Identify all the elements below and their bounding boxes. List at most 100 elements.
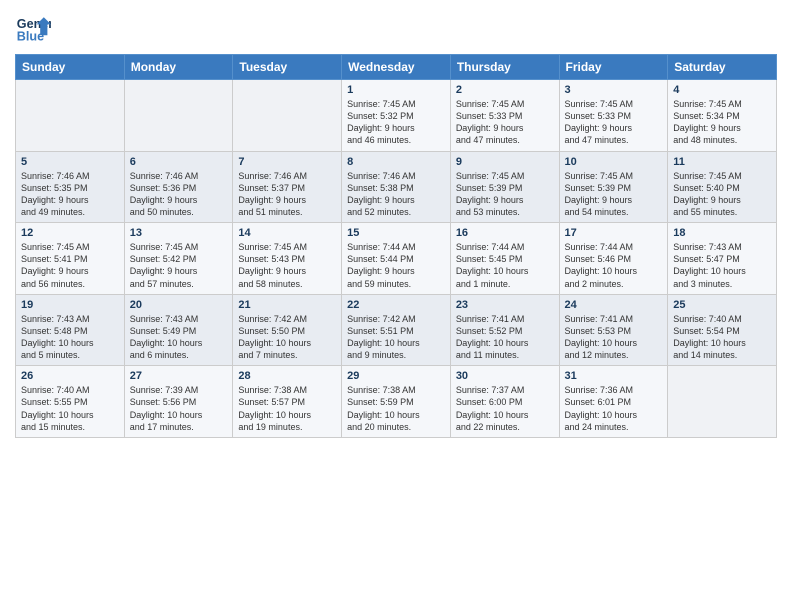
day-info: Sunrise: 7:36 AM Sunset: 6:01 PM Dayligh… xyxy=(565,384,663,433)
day-info: Sunrise: 7:45 AM Sunset: 5:34 PM Dayligh… xyxy=(673,98,771,147)
day-number: 26 xyxy=(21,370,119,382)
calendar-cell: 9Sunrise: 7:45 AM Sunset: 5:39 PM Daylig… xyxy=(450,151,559,223)
day-number: 18 xyxy=(673,227,771,239)
day-info: Sunrise: 7:38 AM Sunset: 5:59 PM Dayligh… xyxy=(347,384,445,433)
calendar-cell: 3 Sunrise: 7:45 AM Sunset: 5:33 PM Daylig… xyxy=(559,80,668,152)
calendar-cell: 19Sunrise: 7:43 AM Sunset: 5:48 PM Dayli… xyxy=(16,294,125,366)
day-number: 23 xyxy=(456,299,554,311)
day-number: 27 xyxy=(130,370,228,382)
day-number: 12 xyxy=(21,227,119,239)
day-number: 9 xyxy=(456,156,554,168)
day-info: Sunrise: 7:44 AM Sunset: 5:44 PM Dayligh… xyxy=(347,241,445,290)
day-number: 21 xyxy=(238,299,336,311)
calendar-cell: 28 Sunrise: 7:38 AM Sunset: 5:57 PM Dayli… xyxy=(233,366,342,438)
calendar-week-4: 19Sunrise: 7:43 AM Sunset: 5:48 PM Dayli… xyxy=(16,294,777,366)
day-info: Sunrise: 7:45 AM Sunset: 5:32 PM Dayligh… xyxy=(347,98,445,147)
calendar-cell: 4Sunrise: 7:45 AM Sunset: 5:34 PM Daylig… xyxy=(668,80,777,152)
day-number: 15 xyxy=(347,227,445,239)
column-header-sunday: Sunday xyxy=(16,55,125,80)
day-info: Sunrise: 7:45 AM Sunset: 5:33 PM Dayligh… xyxy=(565,98,663,147)
day-number: 13 xyxy=(130,227,228,239)
calendar-cell: 23 Sunrise: 7:41 AM Sunset: 5:52 PM Dayli… xyxy=(450,294,559,366)
calendar-cell: 30Sunrise: 7:37 AM Sunset: 6:00 PM Dayli… xyxy=(450,366,559,438)
calendar-cell: 10Sunrise: 7:45 AM Sunset: 5:39 PM Dayli… xyxy=(559,151,668,223)
day-info: Sunrise: 7:46 AM Sunset: 5:38 PM Dayligh… xyxy=(347,170,445,219)
calendar-cell xyxy=(16,80,125,152)
day-info: Sunrise: 7:40 AM Sunset: 5:54 PM Dayligh… xyxy=(673,313,771,362)
column-header-wednesday: Wednesday xyxy=(342,55,451,80)
column-header-friday: Friday xyxy=(559,55,668,80)
calendar-cell: 6Sunrise: 7:46 AM Sunset: 5:36 PM Daylig… xyxy=(124,151,233,223)
calendar-cell: 7 Sunrise: 7:46 AM Sunset: 5:37 PM Daylig… xyxy=(233,151,342,223)
calendar-cell: 26 Sunrise: 7:40 AM Sunset: 5:55 PM Dayli… xyxy=(16,366,125,438)
column-header-thursday: Thursday xyxy=(450,55,559,80)
calendar-cell: 15 Sunrise: 7:44 AM Sunset: 5:44 PM Dayli… xyxy=(342,223,451,295)
day-info: Sunrise: 7:44 AM Sunset: 5:45 PM Dayligh… xyxy=(456,241,554,290)
day-number: 17 xyxy=(565,227,663,239)
day-number: 5 xyxy=(21,156,119,168)
day-info: Sunrise: 7:45 AM Sunset: 5:40 PM Dayligh… xyxy=(673,170,771,219)
day-number: 3 xyxy=(565,84,663,96)
calendar-cell: 20 Sunrise: 7:43 AM Sunset: 5:49 PM Dayli… xyxy=(124,294,233,366)
day-number: 1 xyxy=(347,84,445,96)
day-number: 16 xyxy=(456,227,554,239)
calendar-cell: 29 Sunrise: 7:38 AM Sunset: 5:59 PM Dayli… xyxy=(342,366,451,438)
calendar-cell: 21 Sunrise: 7:42 AM Sunset: 5:50 PM Dayli… xyxy=(233,294,342,366)
day-info: Sunrise: 7:43 AM Sunset: 5:48 PM Dayligh… xyxy=(21,313,119,362)
logo: General Blue xyxy=(15,10,55,46)
calendar-cell: 14Sunrise: 7:45 AM Sunset: 5:43 PM Dayli… xyxy=(233,223,342,295)
day-info: Sunrise: 7:43 AM Sunset: 5:47 PM Dayligh… xyxy=(673,241,771,290)
calendar: SundayMondayTuesdayWednesdayThursdayFrid… xyxy=(15,54,777,438)
day-info: Sunrise: 7:44 AM Sunset: 5:46 PM Dayligh… xyxy=(565,241,663,290)
day-number: 31 xyxy=(565,370,663,382)
calendar-cell xyxy=(233,80,342,152)
column-header-monday: Monday xyxy=(124,55,233,80)
day-info: Sunrise: 7:46 AM Sunset: 5:37 PM Dayligh… xyxy=(238,170,336,219)
calendar-cell: 1 Sunrise: 7:45 AM Sunset: 5:32 PM Daylig… xyxy=(342,80,451,152)
day-info: Sunrise: 7:42 AM Sunset: 5:51 PM Dayligh… xyxy=(347,313,445,362)
day-number: 20 xyxy=(130,299,228,311)
calendar-cell: 27 Sunrise: 7:39 AM Sunset: 5:56 PM Dayli… xyxy=(124,366,233,438)
calendar-cell xyxy=(668,366,777,438)
day-number: 14 xyxy=(238,227,336,239)
calendar-week-3: 12Sunrise: 7:45 AM Sunset: 5:41 PM Dayli… xyxy=(16,223,777,295)
calendar-week-2: 5Sunrise: 7:46 AM Sunset: 5:35 PM Daylig… xyxy=(16,151,777,223)
calendar-cell xyxy=(124,80,233,152)
day-info: Sunrise: 7:41 AM Sunset: 5:52 PM Dayligh… xyxy=(456,313,554,362)
column-header-saturday: Saturday xyxy=(668,55,777,80)
svg-text:Blue: Blue xyxy=(17,30,44,44)
calendar-week-5: 26 Sunrise: 7:40 AM Sunset: 5:55 PM Dayli… xyxy=(16,366,777,438)
day-number: 30 xyxy=(456,370,554,382)
calendar-cell: 11Sunrise: 7:45 AM Sunset: 5:40 PM Dayli… xyxy=(668,151,777,223)
day-info: Sunrise: 7:45 AM Sunset: 5:39 PM Dayligh… xyxy=(565,170,663,219)
calendar-cell: 5Sunrise: 7:46 AM Sunset: 5:35 PM Daylig… xyxy=(16,151,125,223)
day-number: 2 xyxy=(456,84,554,96)
column-header-tuesday: Tuesday xyxy=(233,55,342,80)
calendar-cell: 18 Sunrise: 7:43 AM Sunset: 5:47 PM Dayli… xyxy=(668,223,777,295)
day-info: Sunrise: 7:45 AM Sunset: 5:33 PM Dayligh… xyxy=(456,98,554,147)
day-number: 8 xyxy=(347,156,445,168)
day-info: Sunrise: 7:38 AM Sunset: 5:57 PM Dayligh… xyxy=(238,384,336,433)
day-number: 28 xyxy=(238,370,336,382)
calendar-week-1: 1 Sunrise: 7:45 AM Sunset: 5:32 PM Daylig… xyxy=(16,80,777,152)
day-info: Sunrise: 7:45 AM Sunset: 5:42 PM Dayligh… xyxy=(130,241,228,290)
day-number: 22 xyxy=(347,299,445,311)
day-number: 7 xyxy=(238,156,336,168)
calendar-cell: 13 Sunrise: 7:45 AM Sunset: 5:42 PM Dayli… xyxy=(124,223,233,295)
calendar-cell: 31 Sunrise: 7:36 AM Sunset: 6:01 PM Dayli… xyxy=(559,366,668,438)
day-info: Sunrise: 7:39 AM Sunset: 5:56 PM Dayligh… xyxy=(130,384,228,433)
calendar-cell: 8 Sunrise: 7:46 AM Sunset: 5:38 PM Daylig… xyxy=(342,151,451,223)
calendar-cell: 22 Sunrise: 7:42 AM Sunset: 5:51 PM Dayli… xyxy=(342,294,451,366)
page-header: General Blue xyxy=(15,10,777,46)
calendar-cell: 12Sunrise: 7:45 AM Sunset: 5:41 PM Dayli… xyxy=(16,223,125,295)
day-info: Sunrise: 7:43 AM Sunset: 5:49 PM Dayligh… xyxy=(130,313,228,362)
calendar-header-row: SundayMondayTuesdayWednesdayThursdayFrid… xyxy=(16,55,777,80)
calendar-cell: 17 Sunrise: 7:44 AM Sunset: 5:46 PM Dayli… xyxy=(559,223,668,295)
calendar-cell: 2 Sunrise: 7:45 AM Sunset: 5:33 PM Daylig… xyxy=(450,80,559,152)
day-number: 29 xyxy=(347,370,445,382)
day-info: Sunrise: 7:40 AM Sunset: 5:55 PM Dayligh… xyxy=(21,384,119,433)
day-number: 25 xyxy=(673,299,771,311)
day-info: Sunrise: 7:42 AM Sunset: 5:50 PM Dayligh… xyxy=(238,313,336,362)
day-number: 24 xyxy=(565,299,663,311)
day-info: Sunrise: 7:46 AM Sunset: 5:36 PM Dayligh… xyxy=(130,170,228,219)
